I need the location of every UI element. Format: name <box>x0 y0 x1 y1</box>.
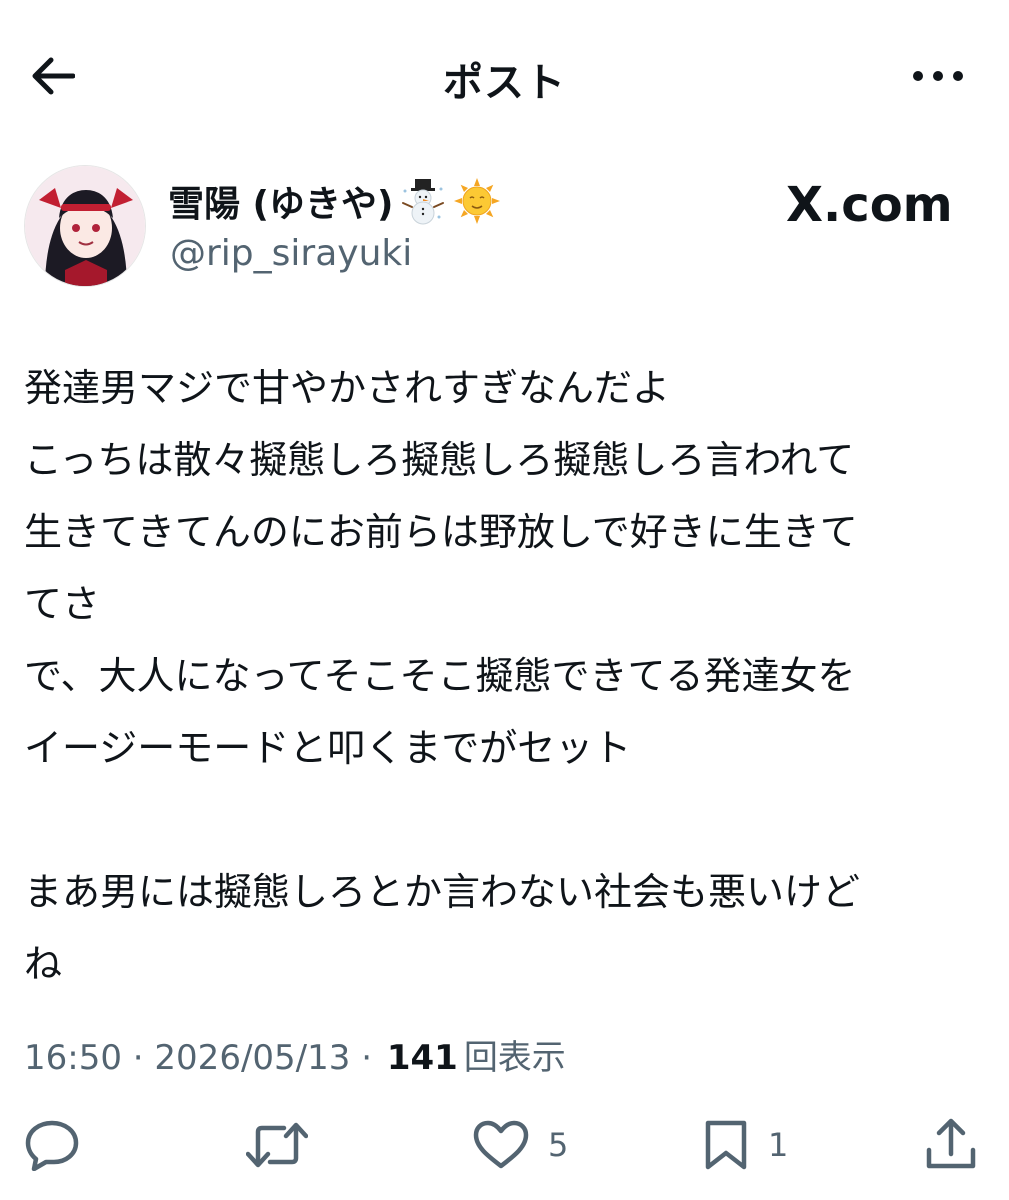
tweet-meta: 16:50 · 2026/05/13 · 141 回表示 <box>24 1030 566 1079</box>
tweet-line: 生きてきてんのにお前らは野放しで好きに生きて <box>24 510 858 554</box>
avatar[interactable] <box>24 165 146 287</box>
heart-icon <box>473 1120 529 1169</box>
meta-separator <box>350 1038 361 1078</box>
tweet-line: まあ男には擬態しろとか言わない社会も悪いけど <box>24 870 861 914</box>
meta-separator: · <box>132 1038 144 1078</box>
tweet-line: 発達男マジで甘やかされすぎなんだよ <box>24 366 671 410</box>
action-bar: 5 1 <box>0 1110 1009 1180</box>
tweet-text: 発達男マジで甘やかされすぎなんだよ こっちは散々擬態しろ擬態しろ擬態しろ言われて… <box>24 352 994 1000</box>
more-horizontal-icon <box>913 71 963 81</box>
retweet-icon <box>246 1122 308 1168</box>
views-label[interactable]: 回表示 <box>464 1030 566 1079</box>
bookmark-button[interactable]: 1 <box>702 1120 788 1170</box>
tweet-line: イージーモードと叩くまでがセット <box>24 726 632 770</box>
top-bar: ポスト <box>0 0 1009 150</box>
views-count[interactable]: 141 <box>387 1038 458 1078</box>
meta-separator <box>122 1038 133 1078</box>
display-name[interactable]: 雪陽 (ゆきや) <box>168 175 501 227</box>
user-handle[interactable]: @rip_sirayuki <box>170 233 412 274</box>
display-name-text: 雪陽 (ゆきや) <box>168 184 394 225</box>
meta-separator <box>372 1038 383 1078</box>
share-icon <box>926 1118 976 1169</box>
reply-button[interactable] <box>24 1120 98 1171</box>
snowman-icon <box>402 179 445 225</box>
tweet-time[interactable]: 16:50 <box>24 1038 122 1078</box>
tweet-line: で、大人になってそこそこ擬態できてる発達女を <box>24 654 856 698</box>
tweet-line: こっちは散々擬態しろ擬態しろ擬態しろ言われて <box>24 438 855 482</box>
more-button[interactable] <box>908 58 968 94</box>
meta-separator <box>144 1038 155 1078</box>
like-count: 5 <box>548 1126 569 1164</box>
reply-icon <box>25 1120 79 1171</box>
share-button[interactable] <box>924 1118 978 1170</box>
meta-separator: · <box>361 1038 373 1078</box>
avatar-image <box>25 166 145 286</box>
page-title: ポスト <box>443 60 566 106</box>
tweet-line: ね <box>24 942 63 986</box>
retweet-button[interactable] <box>246 1120 326 1170</box>
tweet-author: 雪陽 (ゆきや) @rip_sirayuki X.com <box>24 165 984 290</box>
x-com-watermark: X.com <box>786 177 953 233</box>
tweet-line: てさ <box>24 582 101 626</box>
bookmark-count: 1 <box>768 1126 789 1164</box>
tweet-date[interactable]: 2026/05/13 <box>154 1038 350 1078</box>
like-button[interactable]: 5 <box>472 1120 568 1170</box>
bookmark-icon <box>705 1120 747 1170</box>
sun-face-icon <box>454 178 501 224</box>
